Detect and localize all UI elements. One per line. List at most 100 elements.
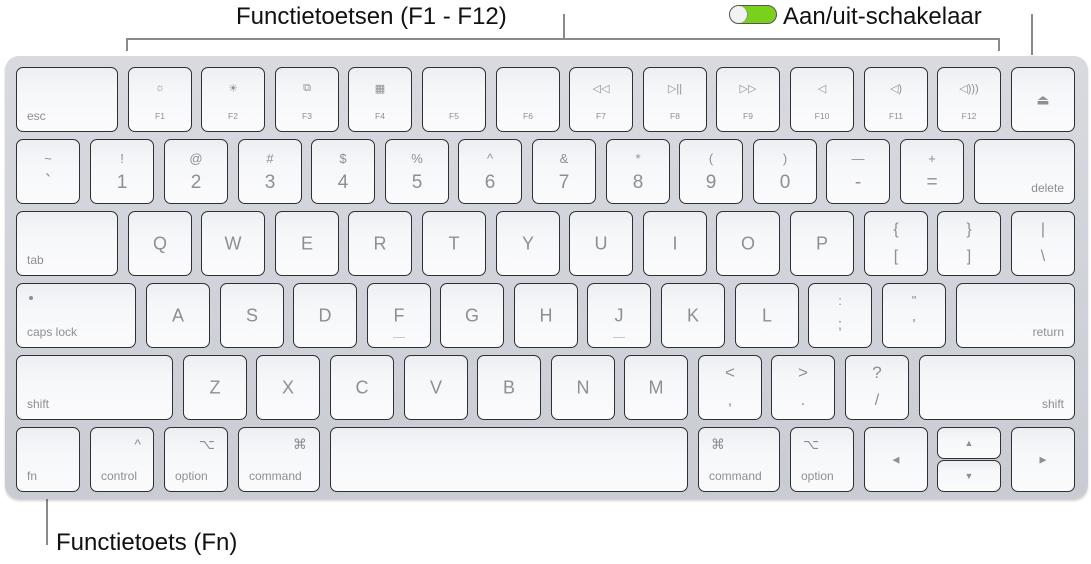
number-row-key-11[interactable]: — - [826, 139, 890, 204]
number-row-key-12[interactable]: + = [900, 139, 964, 204]
letter-label: L [761, 305, 772, 325]
letter-key-i[interactable]: I [643, 211, 707, 276]
primary-symbol: 1 [116, 172, 128, 193]
number-row-key-5[interactable]: % 5 [385, 139, 449, 204]
return-key[interactable]: return [956, 283, 1075, 348]
letter-key-h[interactable]: H [514, 283, 578, 348]
launchpad-icon: ▦ [374, 83, 386, 95]
letter-key-t[interactable]: T [422, 211, 486, 276]
number-row-key-9[interactable]: (9 [679, 139, 743, 204]
letter-key-j[interactable]: J [587, 283, 651, 348]
function-key-f3[interactable]: ⧉ F3 [275, 67, 339, 132]
letter-label: C [355, 377, 369, 397]
punct-key-0[interactable]: :; [808, 283, 872, 348]
tab-key[interactable]: tab [16, 211, 118, 276]
number-row-key-8[interactable]: * 8 [606, 139, 670, 204]
letter-key-s[interactable]: S [220, 283, 284, 348]
number-row-key-4[interactable]: $4 [311, 139, 375, 204]
punct-key-1[interactable]: " ' [882, 283, 946, 348]
arrow-right-key[interactable]: ▶ [1011, 427, 1075, 492]
number-row-key-2[interactable]: @2 [164, 139, 228, 204]
letter-label: P [815, 233, 828, 253]
left-shift-key[interactable]: shift [16, 355, 173, 420]
letter-key-g[interactable]: G [440, 283, 504, 348]
right-option-key[interactable]: ⌥ option [790, 427, 854, 492]
letter-key-v[interactable]: V [404, 355, 468, 420]
arrow-up-key[interactable]: ▲ [937, 427, 1001, 459]
function-key-f10[interactable]: ◁ F10 [790, 67, 854, 132]
esc-key[interactable]: esc [16, 67, 118, 132]
function-keys-bracket-stem [563, 14, 565, 39]
left-option-key[interactable]: ⌥ option [164, 427, 228, 492]
letter-key-m[interactable]: M [624, 355, 688, 420]
right-shift-key[interactable]: shift [919, 355, 1075, 420]
shift-symbol: < [725, 363, 735, 382]
punct-key-bottom-0[interactable]: <, [698, 355, 762, 420]
letter-key-u[interactable]: U [569, 211, 633, 276]
number-row-key-1[interactable]: ! 1 [90, 139, 154, 204]
punct-key-bottom-2[interactable]: ? / [845, 355, 909, 420]
number-row-key-0[interactable]: ~ ` [16, 139, 80, 204]
number-row-key-7[interactable]: & 7 [532, 139, 596, 204]
shift-label: shift [1041, 397, 1064, 411]
letter-key-z[interactable]: Z [183, 355, 247, 420]
caps-lock-indicator-icon [29, 296, 33, 300]
bracket-key-1[interactable]: }] [937, 211, 1001, 276]
primary-symbol: , [727, 392, 733, 409]
right-command-key[interactable]: ⌘ command [698, 427, 780, 492]
letter-key-d[interactable]: D [293, 283, 357, 348]
letter-label: N [576, 377, 590, 397]
delete-key[interactable]: delete [974, 139, 1075, 204]
power-switch-callout: Aan/uit-schakelaar [783, 3, 982, 30]
left-command-key[interactable]: ⌘ command [238, 427, 320, 492]
function-key-f11[interactable]: ◁) F11 [864, 67, 928, 132]
letter-key-b[interactable]: B [477, 355, 541, 420]
bracket-key-0[interactable]: {[ [864, 211, 928, 276]
function-keys-bracket-left [126, 38, 128, 51]
function-key-f7[interactable]: ◁◁ F7 [569, 67, 633, 132]
primary-symbol: . [800, 392, 806, 409]
eject-key[interactable]: ⏏ [1011, 67, 1075, 132]
letter-key-p[interactable]: P [790, 211, 854, 276]
letter-label: O [740, 233, 755, 253]
letter-key-c[interactable]: C [330, 355, 394, 420]
letter-key-l[interactable]: L [735, 283, 799, 348]
space-bar[interactable] [330, 427, 688, 492]
function-keys-callout: Functietoetsen (F1 - F12) [236, 3, 507, 30]
function-key-f5[interactable]: F5 [422, 67, 486, 132]
letter-label: B [502, 377, 515, 397]
letter-key-a[interactable]: A [146, 283, 210, 348]
function-key-f4[interactable]: ▦ F4 [348, 67, 412, 132]
arrow-left-key[interactable]: ◀ [864, 427, 928, 492]
letter-label: D [318, 305, 332, 325]
letter-key-w[interactable]: W [201, 211, 265, 276]
function-key-f2[interactable]: ☀ F2 [201, 67, 265, 132]
number-row-key-10[interactable]: ) 0 [753, 139, 817, 204]
rewind-icon: ◁◁ [592, 83, 610, 95]
function-key-f12[interactable]: ◁))) F12 [937, 67, 1001, 132]
arrow-down-key[interactable]: ▼ [937, 460, 1001, 492]
letter-key-n[interactable]: N [551, 355, 615, 420]
function-key-f1[interactable]: ☼ F1 [128, 67, 192, 132]
left-control-key[interactable]: ^ control [90, 427, 154, 492]
number-row-key-6[interactable]: ^ 6 [458, 139, 522, 204]
caps-lock-key[interactable]: caps lock [16, 283, 136, 348]
letter-key-q[interactable]: Q [128, 211, 192, 276]
function-key-f8[interactable]: ▷|| F8 [643, 67, 707, 132]
letter-key-e[interactable]: E [275, 211, 339, 276]
letter-key-o[interactable]: O [716, 211, 780, 276]
bracket-key-2[interactable]: | \ [1011, 211, 1075, 276]
letter-key-x[interactable]: X [256, 355, 320, 420]
number-row-key-3[interactable]: #3 [238, 139, 302, 204]
letter-key-k[interactable]: K [661, 283, 725, 348]
primary-symbol: 2 [190, 172, 202, 193]
function-key-f9[interactable]: ▷▷ F9 [716, 67, 780, 132]
function-key-f6[interactable]: F6 [496, 67, 560, 132]
letter-key-y[interactable]: Y [496, 211, 560, 276]
tab-label: tab [27, 253, 44, 267]
fn-key[interactable]: fn [16, 427, 80, 492]
letter-key-f[interactable]: F [367, 283, 431, 348]
punct-key-bottom-1[interactable]: >. [771, 355, 835, 420]
command-icon: ⌘ [711, 436, 725, 452]
letter-key-r[interactable]: R [348, 211, 412, 276]
